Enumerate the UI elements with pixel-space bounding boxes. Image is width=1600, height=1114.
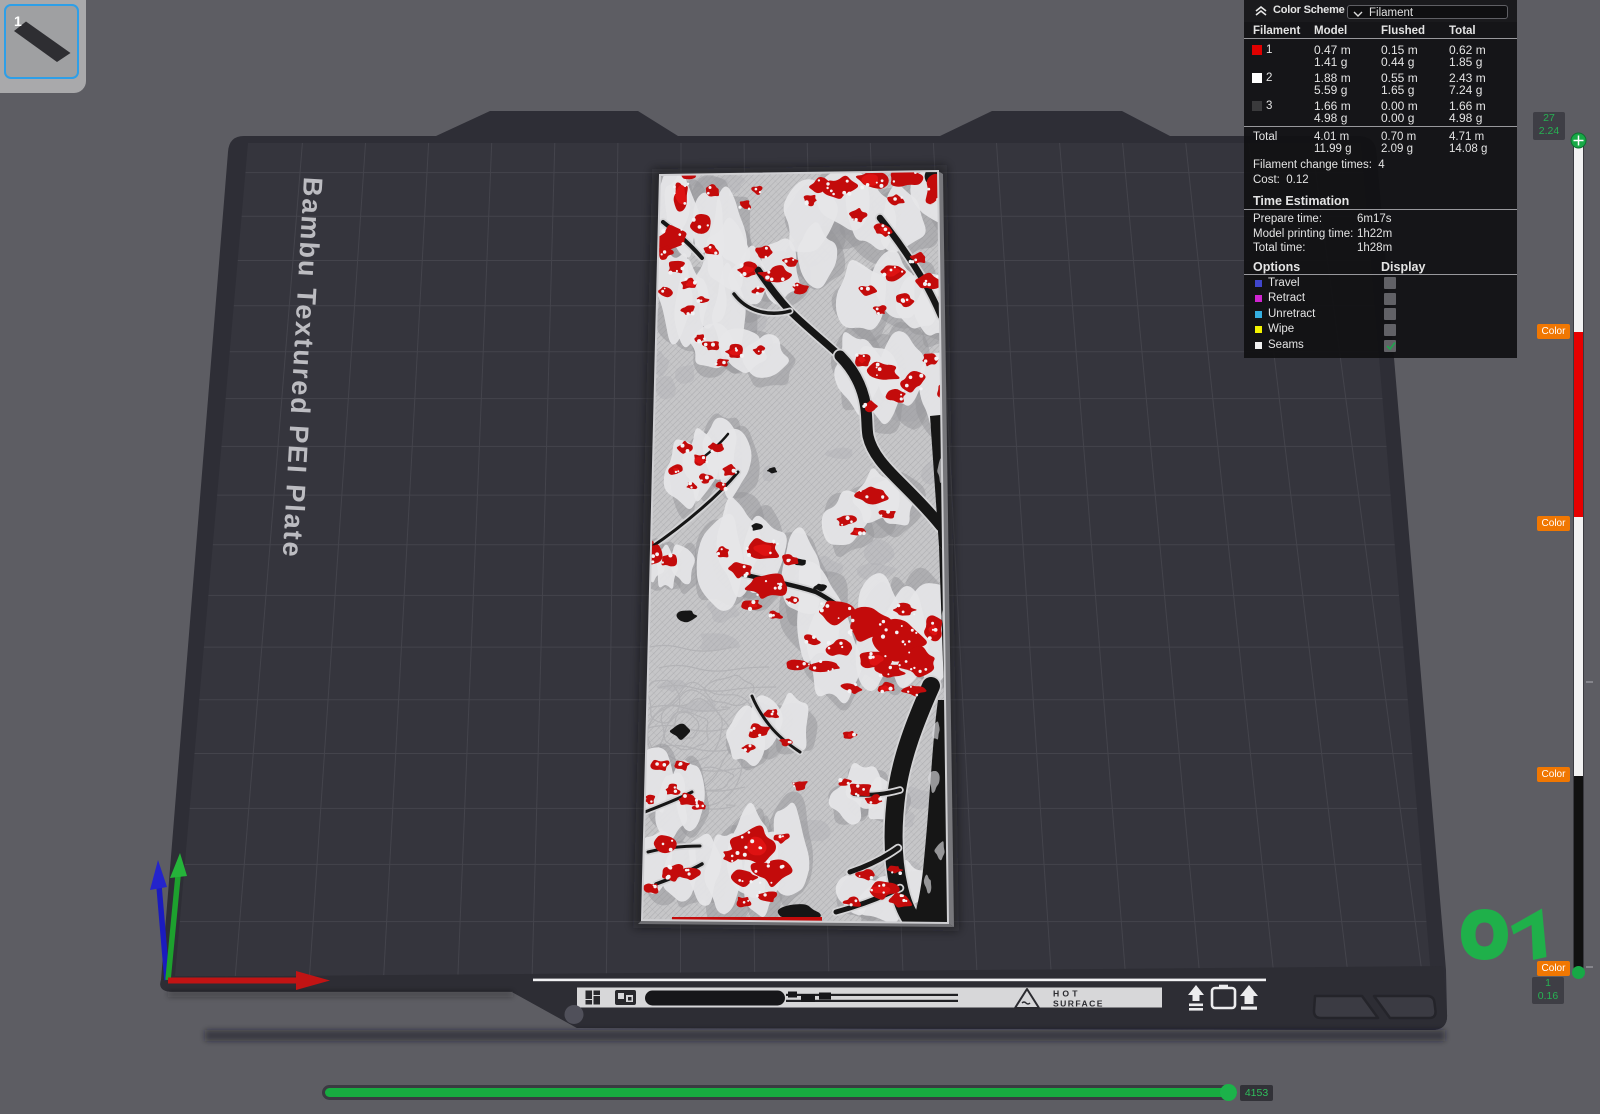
svg-text:SURFACE: SURFACE [1053,999,1104,1009]
svg-text:HOT: HOT [1053,989,1081,999]
